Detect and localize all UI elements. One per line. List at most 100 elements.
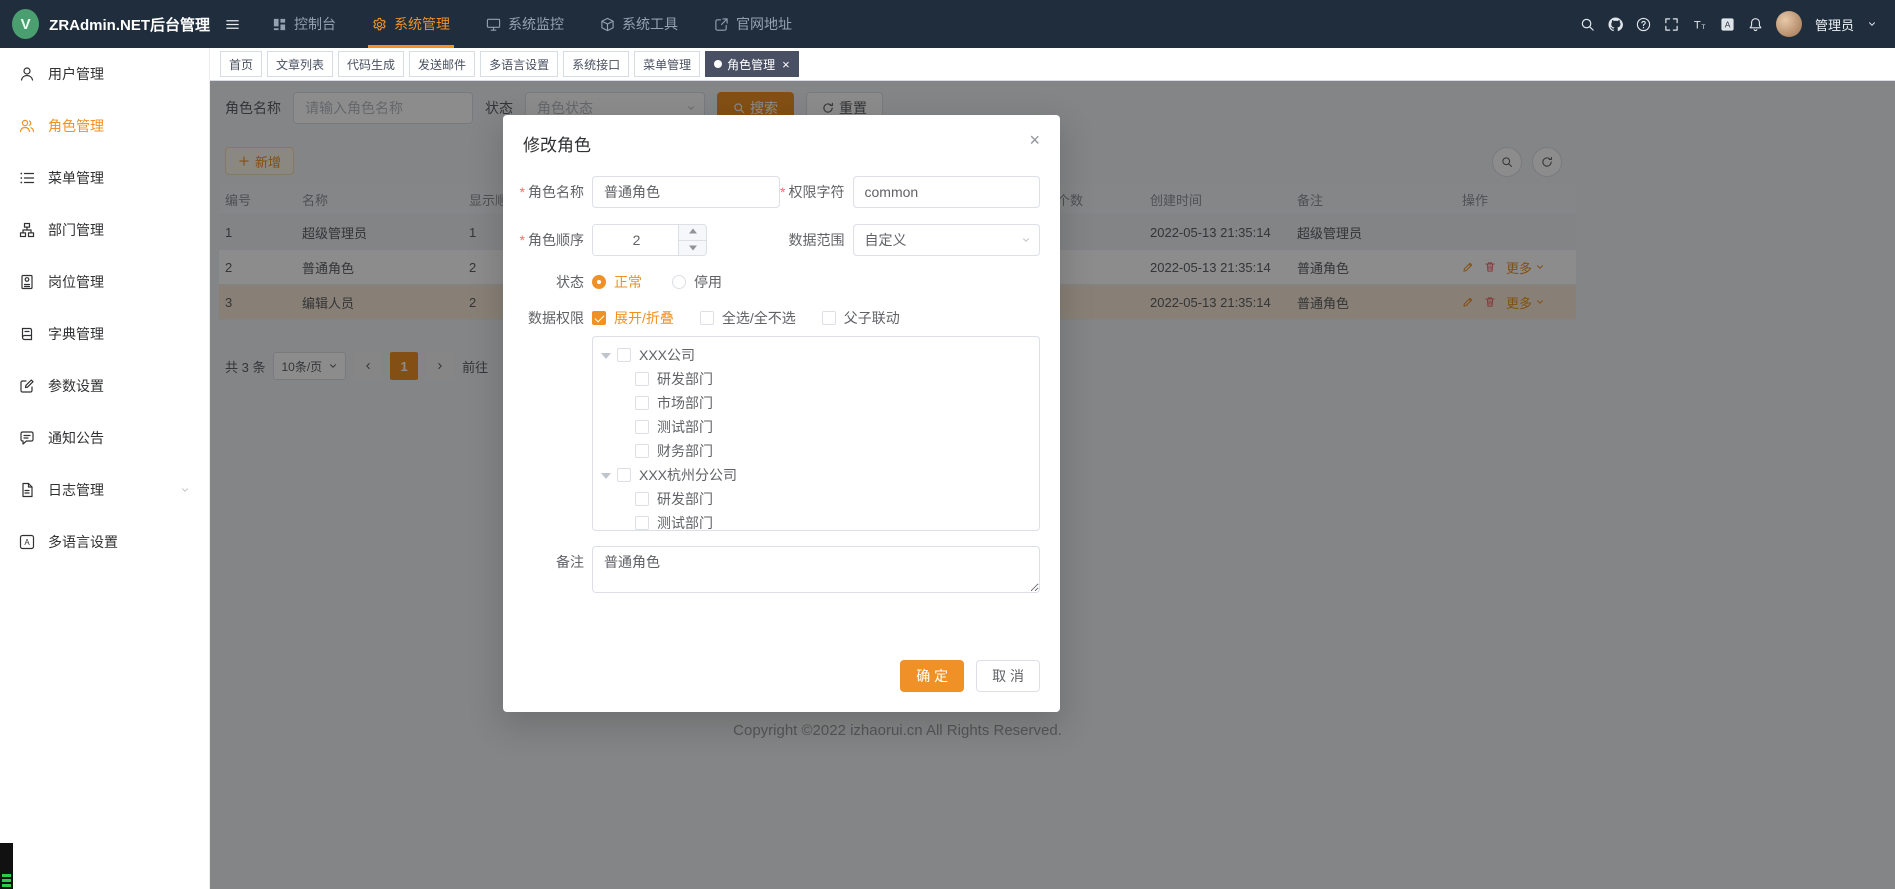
radio-disabled[interactable]: 停用	[672, 272, 722, 292]
perf-monitor	[0, 843, 13, 889]
tree-checkbox[interactable]	[635, 444, 649, 458]
sidebar-item-users[interactable]: 用户管理	[0, 48, 209, 100]
status-field: 状态 正常 停用	[519, 272, 1040, 292]
nav-item-system-monitor[interactable]: 系统监控	[468, 0, 582, 48]
tab-code-gen[interactable]: 代码生成	[338, 51, 404, 77]
nav-item-system-manage[interactable]: 系统管理	[354, 0, 468, 48]
caret-down-icon[interactable]	[595, 467, 617, 484]
radio-normal[interactable]: 正常	[592, 272, 642, 292]
tab-label: 文章列表	[276, 56, 324, 73]
close-icon[interactable]	[782, 58, 790, 71]
sidebar-item-posts[interactable]: 岗位管理	[0, 256, 209, 308]
tree-checkbox[interactable]	[635, 396, 649, 410]
monitor-icon	[486, 17, 501, 32]
language-icon[interactable]: A	[1720, 17, 1735, 32]
dashboard-icon	[272, 17, 287, 32]
tree-node[interactable]: 市场部门	[593, 391, 1039, 415]
tree-node[interactable]: 研发部门	[593, 487, 1039, 511]
nav-item-official-site[interactable]: 官网地址	[696, 0, 810, 48]
document-icon	[19, 482, 35, 498]
nav-item-system-tools[interactable]: 系统工具	[582, 0, 696, 48]
nav-label: 系统监控	[508, 14, 564, 34]
badge-icon	[19, 274, 35, 290]
tab-i18n[interactable]: 多语言设置	[480, 51, 558, 77]
bell-icon[interactable]	[1748, 17, 1763, 32]
confirm-button[interactable]: 确 定	[900, 660, 964, 692]
tab-send-mail[interactable]: 发送邮件	[409, 51, 475, 77]
tab-label: 代码生成	[347, 56, 395, 73]
tree-node[interactable]: 财务部门	[593, 439, 1039, 463]
tree-node[interactable]: XXX杭州分公司	[593, 463, 1039, 487]
sidebar-item-logs[interactable]: 日志管理	[0, 464, 209, 516]
sidebar-item-label: 字典管理	[48, 324, 104, 344]
checkbox-label: 展开/折叠	[614, 308, 674, 328]
sidebar-item-i18n[interactable]: A 多语言设置	[0, 516, 209, 568]
dialog-header: 修改角色 ×	[503, 115, 1060, 156]
sidebar-item-parameters[interactable]: 参数设置	[0, 360, 209, 412]
menu-toggle-button[interactable]	[210, 0, 254, 48]
remark-field: 备注 普通角色	[519, 546, 1040, 593]
chevron-down-icon	[180, 485, 190, 495]
field-label: 数据权限	[519, 308, 592, 328]
tab-system-api[interactable]: 系统接口	[563, 51, 629, 77]
sidebar-item-notices[interactable]: 通知公告	[0, 412, 209, 464]
parent-child-link-checkbox[interactable]: 父子联动	[822, 308, 900, 328]
tree-node[interactable]: XXX公司	[593, 343, 1039, 367]
decrease-button[interactable]	[679, 240, 706, 256]
external-link-icon	[714, 17, 729, 32]
data-scope-select[interactable]: 自定义	[853, 224, 1041, 256]
perm-char-input[interactable]	[853, 176, 1041, 208]
form-row: 角色名称 权限字符	[519, 176, 1040, 208]
svg-text:T: T	[1701, 24, 1705, 31]
sidebar-item-roles[interactable]: 角色管理	[0, 100, 209, 152]
tab-label: 角色管理	[727, 56, 775, 73]
remark-textarea[interactable]: 普通角色	[592, 546, 1040, 593]
expand-collapse-checkbox[interactable]: 展开/折叠	[592, 308, 674, 328]
question-icon[interactable]	[1636, 17, 1651, 32]
sidebar-item-menus[interactable]: 菜单管理	[0, 152, 209, 204]
increase-button[interactable]	[679, 225, 706, 240]
user-name[interactable]: 管理员	[1815, 15, 1854, 34]
data-scope-field: 数据范围 自定义	[780, 224, 1041, 256]
font-size-icon[interactable]: TT	[1692, 17, 1707, 32]
tree-checkbox[interactable]	[635, 492, 649, 506]
tab-role-manage[interactable]: 角色管理	[705, 51, 799, 77]
tree-checkbox[interactable]	[635, 372, 649, 386]
close-icon[interactable]: ×	[1029, 131, 1040, 149]
sidebar-item-departments[interactable]: 部门管理	[0, 204, 209, 256]
sidebar-item-label: 角色管理	[48, 116, 104, 136]
permission-tree: XXX公司 研发部门 市场部门 测试部门 财务部门 XXX杭州分公司 研发部门 …	[592, 336, 1040, 531]
peoples-icon	[19, 118, 35, 134]
role-order-field: 角色顺序	[519, 224, 780, 256]
tree-checkbox[interactable]	[617, 348, 631, 362]
tab-menu-manage[interactable]: 菜单管理	[634, 51, 700, 77]
sidebar-item-dictionary[interactable]: 字典管理	[0, 308, 209, 360]
tree-node[interactable]: 测试部门	[593, 511, 1039, 531]
tree-checkbox[interactable]	[635, 420, 649, 434]
fullscreen-icon[interactable]	[1664, 17, 1679, 32]
tree-checkbox[interactable]	[617, 468, 631, 482]
tab-article-list[interactable]: 文章列表	[267, 51, 333, 77]
search-icon[interactable]	[1580, 17, 1595, 32]
gear-icon	[372, 17, 387, 32]
github-icon[interactable]	[1608, 17, 1623, 32]
tree-node[interactable]: 研发部门	[593, 367, 1039, 391]
perm-char-field: 权限字符	[780, 176, 1041, 208]
select-all-checkbox[interactable]: 全选/全不选	[700, 308, 796, 328]
tags-bar: 首页 文章列表 代码生成 发送邮件 多语言设置 系统接口 菜单管理 角色管理	[210, 48, 1895, 81]
nav-item-console[interactable]: 控制台	[254, 0, 354, 48]
role-order-input[interactable]	[593, 225, 680, 255]
role-order-stepper	[592, 224, 707, 256]
role-name-input[interactable]	[592, 176, 780, 208]
tab-home[interactable]: 首页	[220, 51, 262, 77]
caret-down-icon[interactable]	[595, 347, 617, 364]
tree-checkbox[interactable]	[635, 516, 649, 530]
cancel-button[interactable]: 取 消	[976, 660, 1040, 692]
tree-node-label: 财务部门	[657, 441, 713, 461]
tree-node[interactable]: 测试部门	[593, 415, 1039, 439]
checkbox-label: 父子联动	[844, 308, 900, 328]
app-root: { "colors": { "accent": "#ef9126", "head…	[0, 0, 1895, 889]
avatar[interactable]	[1776, 11, 1802, 37]
radio-label: 停用	[694, 272, 722, 292]
sidebar-item-label: 多语言设置	[48, 532, 118, 552]
